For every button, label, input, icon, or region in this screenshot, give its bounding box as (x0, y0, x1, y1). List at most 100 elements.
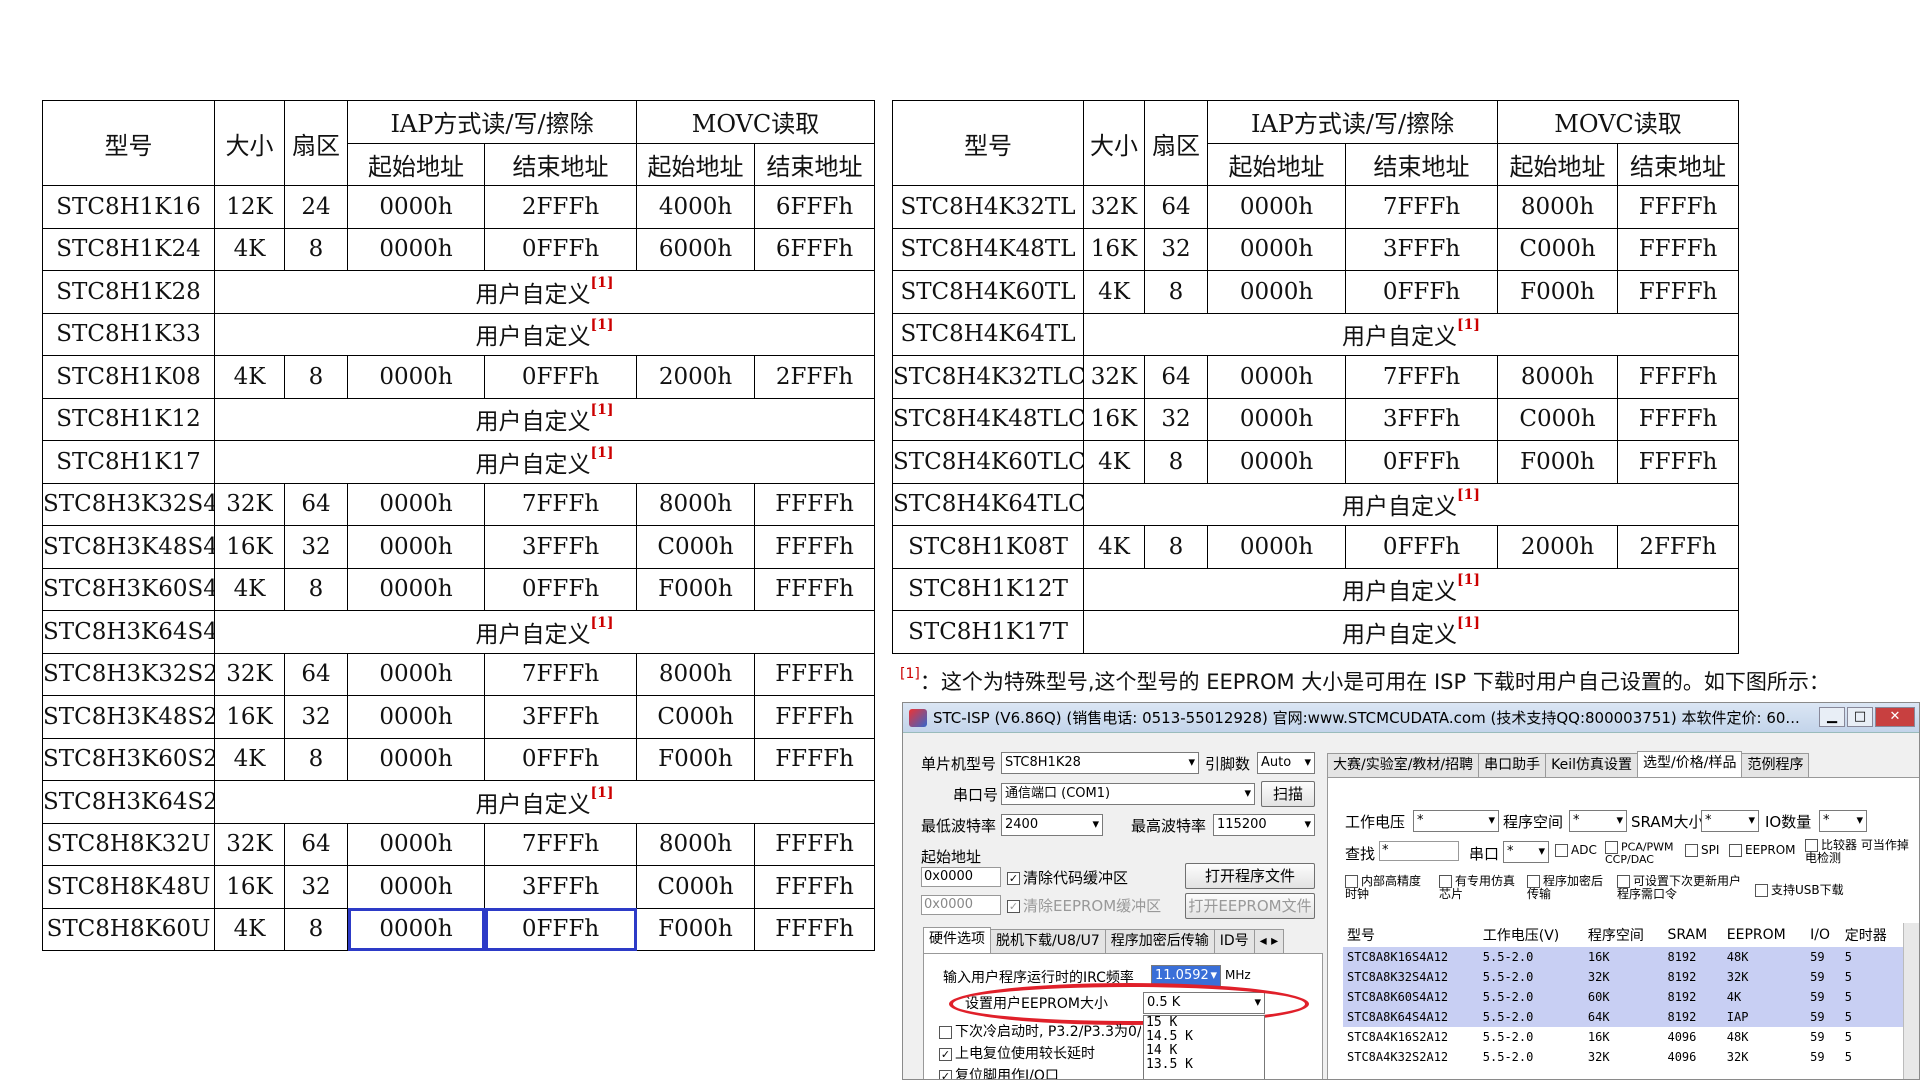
dropdown-option[interactable]: 14 K (1146, 1044, 1264, 1058)
grid-column-header[interactable]: EEPROM (1722, 923, 1807, 947)
grid-row[interactable]: STC8A4K16S2A12 5.5-2.0 16K 4096 48K 59 5 (1343, 1027, 1903, 1047)
clear-eeprom-buffer-checkbox[interactable]: ✓ 清除EEPROM缓冲区 (1007, 895, 1161, 916)
password-update-checkbox[interactable]: 可设置下次更新用户程序需口令 (1617, 875, 1747, 901)
uart-select[interactable]: * (1503, 841, 1549, 863)
size-cell: 4K (1083, 525, 1145, 569)
iap-end-cell: 7FFFh (483, 652, 638, 696)
user-defined-cell: 用户自定义[1] (213, 610, 876, 654)
max-baud-select[interactable]: 115200 (1213, 814, 1315, 836)
tab-serial-assistant[interactable]: 串口助手 (1478, 753, 1547, 777)
size-cell: 32K (214, 482, 285, 526)
movc-end-cell: FFFFh (1617, 355, 1740, 399)
grid-cell: STC8A4K32S2A12 (1347, 1050, 1449, 1064)
spi-checkbox[interactable]: SPI (1685, 843, 1719, 857)
iap-start-cell: 0000h (1207, 227, 1346, 271)
checkbox-icon (1755, 884, 1768, 897)
checkbox-icon (939, 1025, 952, 1039)
comparator-checkbox[interactable]: 比较器 可当作掉电检测 (1805, 839, 1919, 867)
tab-keil-emulation[interactable]: Keil仿真设置 (1545, 753, 1639, 777)
sector-cell: 8 (1144, 440, 1208, 484)
grid-column-header[interactable]: 型号 (1343, 923, 1479, 947)
serial-port-select[interactable]: 通信端口 (COM1) (1001, 783, 1255, 805)
internal-osc-checkbox[interactable]: 内部高精度时钟 (1345, 875, 1425, 901)
mcu-model-label: 单片机型号 (921, 755, 997, 773)
checkbox-icon (1729, 844, 1742, 857)
grid-scrollbar[interactable] (1903, 923, 1919, 1079)
open-program-file-button[interactable]: 打开程序文件 (1185, 863, 1315, 889)
grid-row[interactable]: STC8A8K60S4A12 5.5-2.0 60K 8192 4K 59 5 (1343, 987, 1903, 1007)
grid-column-header[interactable]: I/O (1806, 923, 1841, 947)
grid-row[interactable]: STC8A4K32S2A12 5.5-2.0 32K 4096 32K 59 5 (1343, 1047, 1903, 1067)
emulator-checkbox[interactable]: 有专用仿真芯片 (1439, 875, 1519, 901)
tab-hardware-options[interactable]: 硬件选项 (923, 927, 991, 953)
code-start-address-input[interactable]: 0x0000 (921, 867, 1001, 887)
flash-select[interactable]: * (1569, 810, 1627, 832)
movc-start-cell: 8000h (1497, 355, 1619, 399)
eeprom-checkbox[interactable]: EEPROM (1729, 843, 1796, 857)
tab-scroll-arrows[interactable]: ◂ ▸ (1253, 929, 1285, 953)
cold-start-checkbox[interactable]: 下次冷启动时, P3.2/P3.3为0/0才可下载程序 (939, 1021, 1141, 1041)
grid-column-header[interactable]: 程序空间 (1583, 923, 1664, 947)
model-cell: STC8H1K12 (42, 397, 215, 441)
grid-column-header[interactable]: 定时器 (1840, 923, 1903, 947)
vcc-select[interactable]: * (1413, 810, 1499, 832)
movc-start-cell: F000h (636, 567, 756, 611)
tab-selection-price[interactable]: 选型/价格/样品 (1637, 751, 1743, 777)
tab-contest[interactable]: 大赛/实验室/教材/招聘 (1327, 753, 1480, 777)
tab-offline-download[interactable]: 脱机下载/U8/U7 (990, 929, 1106, 953)
tab-encrypted-transfer[interactable]: 程序加密后传输 (1104, 929, 1215, 953)
io-count-select[interactable]: * (1819, 810, 1867, 832)
grid-cell: IAP (1722, 1007, 1807, 1027)
grid-column-header[interactable]: SRAM (1663, 923, 1723, 947)
sector-cell: 32 (284, 525, 348, 569)
checkbox-label: 下次冷启动时, P3.2/P3.3为0/0才可下载程序 (955, 1024, 1141, 1040)
pin-count-select[interactable]: Auto (1257, 752, 1315, 774)
table-row: STC8H3K64S2 用户自定义[1] (42, 780, 876, 824)
iap-start-cell: 0000h (1207, 185, 1346, 229)
usb-download-checkbox[interactable]: 支持USB下载 (1755, 881, 1844, 898)
model-cell: STC8H4K60TLCD (892, 440, 1084, 484)
grid-row[interactable]: STC8A8K16S4A12 5.5-2.0 16K 8192 48K 59 5 (1343, 947, 1903, 967)
search-input[interactable]: * (1379, 841, 1459, 861)
power-reset-delay-checkbox[interactable]: ✓ 上电复位使用较长延时 (939, 1043, 1095, 1063)
encrypted-transfer-checkbox[interactable]: 程序加密后传输 (1527, 875, 1607, 901)
reset-pin-io-checkbox[interactable]: ✓ 复位脚用作I/O口 (939, 1065, 1059, 1079)
table-row: STC8H4K64TLCD 用户自定义[1] (892, 482, 1740, 526)
grid-cell: 5 (1844, 1030, 1852, 1044)
grid-cell: 5.5-2.0 (1482, 1030, 1534, 1044)
grid-row[interactable]: STC8A8K32S4A12 5.5-2.0 32K 8192 32K 59 5 (1343, 967, 1903, 987)
minimize-icon[interactable]: ▁ (1819, 707, 1845, 727)
footnote-ref: [1] (1457, 487, 1480, 504)
footnote-ref: [1] (1457, 317, 1480, 334)
eeprom-size-dropdown[interactable]: 15 K 14.5 K 14 K 13.5 K (1143, 1015, 1265, 1079)
maximize-icon[interactable]: □ (1847, 707, 1873, 727)
tab-id[interactable]: ID号 (1213, 929, 1255, 953)
grid-row[interactable]: STC8A8K64S4A12 5.5-2.0 64K 8192 IAP 59 5 (1343, 1007, 1903, 1027)
header-size: 大小 (1083, 100, 1145, 186)
sram-select[interactable]: * (1701, 810, 1759, 832)
scan-button[interactable]: 扫描 (1261, 781, 1315, 807)
grid-cell: 16K (1583, 947, 1664, 967)
dropdown-option[interactable]: 14.5 K (1146, 1030, 1264, 1044)
open-eeprom-file-button[interactable]: 打开EEPROM文件 (1185, 893, 1315, 919)
min-baud-select[interactable]: 2400 (1001, 814, 1103, 836)
mcu-model-select[interactable]: STC8H1K28 (1001, 752, 1199, 774)
grid-column-header[interactable]: 工作电压(V) (1478, 923, 1584, 947)
grid-cell: 5 (1840, 1007, 1903, 1027)
header-size: 大小 (214, 100, 285, 186)
eeprom-start-address-input[interactable]: 0x0000 (921, 895, 1001, 915)
size-cell: 32K (214, 652, 285, 696)
adc-checkbox[interactable]: ADC (1555, 843, 1597, 857)
user-defined-cell: 用户自定义[1] (213, 440, 876, 484)
movc-end-cell: FFFFh (754, 652, 876, 696)
tab-examples[interactable]: 范例程序 (1741, 753, 1810, 777)
clear-code-buffer-checkbox[interactable]: ✓ 清除代码缓冲区 (1007, 867, 1128, 888)
dropdown-option[interactable]: 15 K (1146, 1016, 1264, 1030)
user-defined-cell: 用户自定义[1] (213, 397, 876, 441)
dropdown-option[interactable]: 13.5 K (1146, 1058, 1264, 1072)
app-icon (909, 708, 927, 727)
close-icon[interactable]: ✕ (1875, 707, 1915, 727)
pca-checkbox[interactable]: PCA/PWM CCP/DAC (1605, 841, 1695, 866)
movc-start-cell: F000h (636, 907, 756, 951)
grid-cell: STC8A4K16S2A12 (1347, 1030, 1449, 1044)
